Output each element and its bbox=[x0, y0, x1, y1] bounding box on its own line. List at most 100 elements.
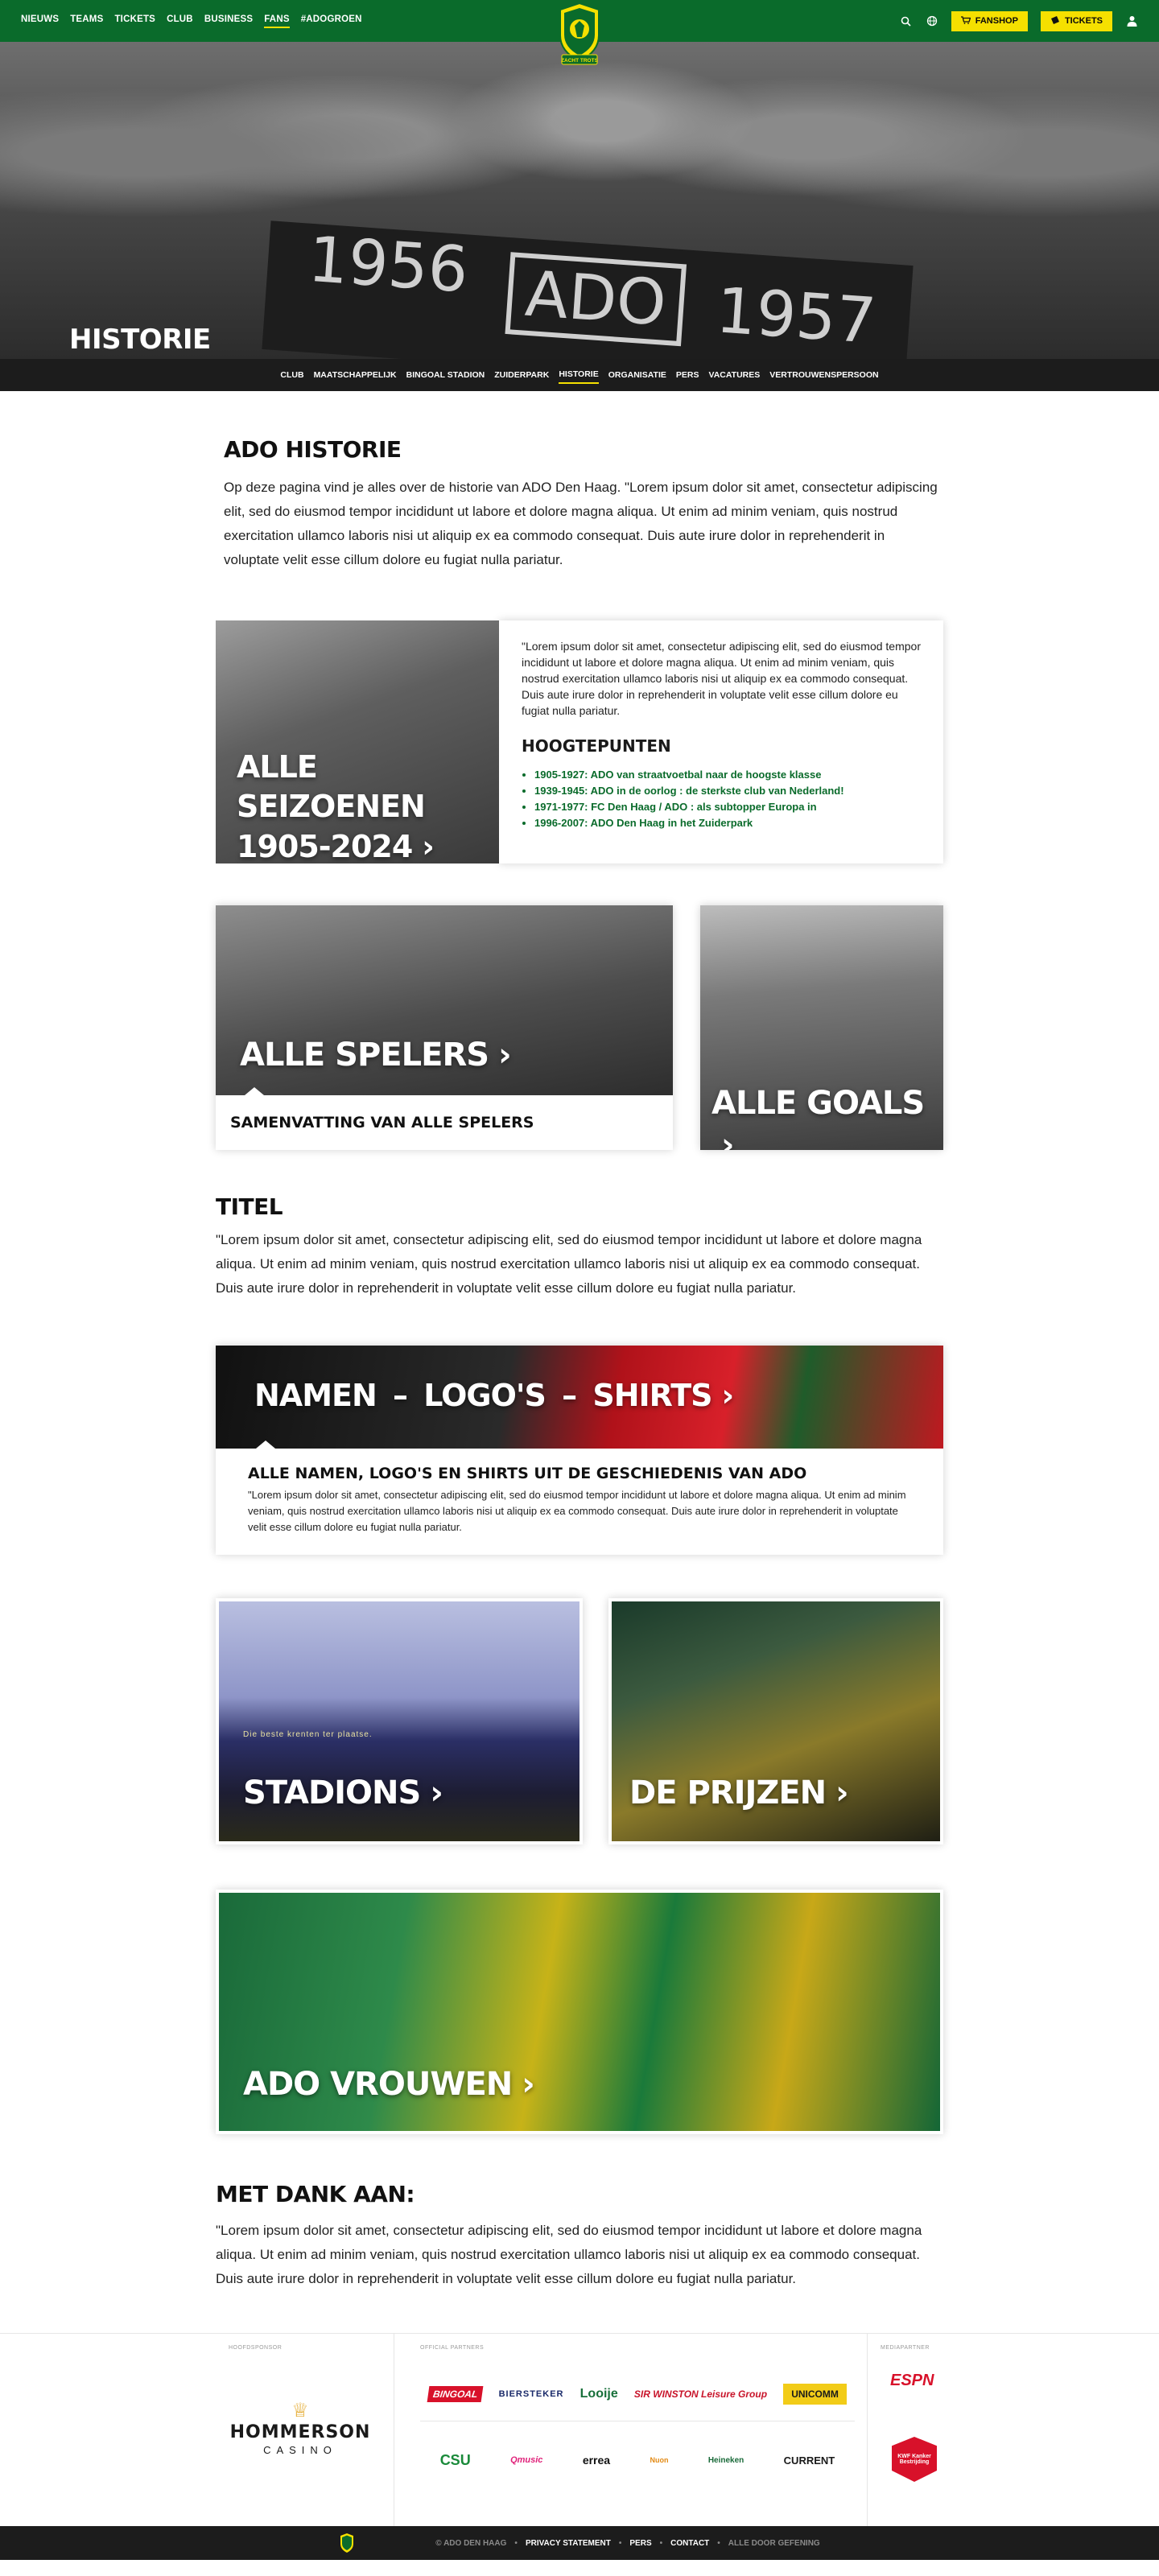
banner-year-right: 1957 bbox=[713, 274, 879, 358]
names-text: "Lorem ipsum dolor sit amet, consectetur… bbox=[248, 1489, 906, 1533]
players-tile[interactable]: ALLE SPELERS › SAMENVATTING VAN ALLE SPEL… bbox=[216, 905, 673, 1150]
highlight-item[interactable]: 1905-1927: ADO van straatvoetbal naar de… bbox=[534, 767, 921, 783]
tickets-button[interactable]: TICKETS bbox=[1040, 10, 1112, 31]
media-partner-label: MEDIAPARTNER bbox=[881, 2345, 930, 2351]
section-subnav: CLUB MAATSCHAPPELIJK BINGOAL STADION ZUI… bbox=[0, 359, 1159, 391]
highlight-item[interactable]: 1996-2007: ADO Den Haag in het Zuiderpar… bbox=[534, 815, 921, 831]
csu-logo[interactable]: CSU bbox=[440, 2452, 471, 2469]
privacy-link[interactable]: PRIVACY STATEMENT bbox=[526, 2539, 611, 2548]
nav-item-tickets[interactable]: TICKETS bbox=[114, 14, 155, 28]
separator: • bbox=[717, 2538, 720, 2548]
unicomm-logo[interactable]: UNICOMM bbox=[783, 2383, 847, 2405]
chevron-right-icon: › bbox=[430, 1774, 443, 1811]
media-partner-column: MEDIAPARTNER ESPN KWF Kanker Bestrijding bbox=[868, 2334, 1159, 2526]
current-logo[interactable]: CURRENT bbox=[784, 2454, 835, 2467]
user-icon[interactable] bbox=[1125, 14, 1138, 27]
hommerson-casino-logo[interactable]: ♕ HOMMERSON CASINO bbox=[224, 2399, 377, 2456]
heineken-logo[interactable]: Heineken bbox=[708, 2456, 744, 2465]
players-photo: ALLE SPELERS › bbox=[216, 905, 673, 1095]
seasons-title-line1: ALLE SEIZOENEN bbox=[237, 749, 426, 825]
errea-logo[interactable]: errea bbox=[583, 2454, 610, 2467]
cart-icon bbox=[960, 15, 971, 27]
chevron-right-icon: › bbox=[422, 828, 435, 863]
contact-link[interactable]: CONTACT bbox=[670, 2539, 709, 2548]
chevron-right-icon: › bbox=[498, 1037, 512, 1074]
thanks-section: MET DANK AAN: "Lorem ipsum dolor sit ame… bbox=[216, 2181, 943, 2291]
qmusic-logo[interactable]: Qmusic bbox=[510, 2455, 542, 2465]
crest-slogan: ZACHT TROTS bbox=[561, 58, 599, 64]
sir-winston-logo[interactable]: SIR WINSTON Leisure Group bbox=[634, 2388, 767, 2400]
subnav-item-vacatures[interactable]: VACATURES bbox=[708, 367, 760, 383]
bingoal-logo[interactable]: BINGOAL bbox=[427, 2385, 484, 2402]
stadions-tile-title: STADIONS › bbox=[243, 1772, 443, 1814]
hero-banner: 1956 ADO 1957 HISTORIE bbox=[0, 42, 1159, 359]
nav-item-nieuws[interactable]: NIEUWS bbox=[21, 14, 59, 28]
separator: • bbox=[618, 2538, 622, 2548]
titel-text: "Lorem ipsum dolor sit amet, consectetur… bbox=[216, 1232, 922, 1296]
seasons-title-line2: 1905-2024 bbox=[237, 828, 413, 863]
players-goals-row: ALLE SPELERS › SAMENVATTING VAN ALLE SPEL… bbox=[216, 905, 943, 1150]
names-heading: ALLE NAMEN, LOGO'S EN SHIRTS UIT DE GESC… bbox=[248, 1465, 807, 1482]
prijzen-tile-title: DE PRIJZEN › bbox=[629, 1772, 849, 1814]
biersteker-logo[interactable]: BIERSTEKER bbox=[499, 2389, 564, 2399]
players-caption: SAMENVATTING VAN ALLE SPELERS bbox=[216, 1087, 673, 1150]
subnav-item-maatschappelijk[interactable]: MAATSCHAPPELIJK bbox=[314, 367, 397, 383]
names-body: ALLE NAMEN, LOGO'S EN SHIRTS UIT DE GESC… bbox=[216, 1440, 943, 1555]
main-content: ADO HISTORIE Op deze pagina vind je alle… bbox=[216, 391, 943, 2291]
names-tile-title: NAMEN – LOGO'S – SHIRTS › bbox=[254, 1376, 734, 1416]
highlight-item[interactable]: 1939-1945: ADO in de oorlog : de sterkst… bbox=[534, 783, 921, 799]
thanks-text: "Lorem ipsum dolor sit amet, consectetur… bbox=[216, 2223, 922, 2286]
nav-item-business[interactable]: BUSINESS bbox=[204, 14, 253, 28]
nav-item-club[interactable]: CLUB bbox=[167, 14, 193, 28]
chevron-right-icon: › bbox=[522, 2066, 535, 2103]
espn-logo[interactable]: ESPN bbox=[890, 2372, 1159, 2390]
intro-title: ADO HISTORIE bbox=[224, 436, 402, 463]
subnav-item-vertrouwenspersoon[interactable]: VERTROUWENSPERSOON bbox=[769, 367, 878, 383]
page-title: HISTORIE bbox=[69, 324, 211, 356]
looije-logo[interactable]: Looije bbox=[580, 2387, 618, 2401]
nav-actions: FANSHOP TICKETS bbox=[900, 10, 1138, 31]
nav-item-teams[interactable]: TEAMS bbox=[70, 14, 103, 28]
chevron-right-icon: › bbox=[835, 1774, 849, 1811]
search-icon[interactable] bbox=[900, 14, 913, 27]
nuon-logo[interactable]: Nuon bbox=[650, 2456, 668, 2464]
chevron-right-icon: › bbox=[721, 1127, 735, 1150]
globe-icon[interactable] bbox=[926, 14, 938, 27]
stadions-tile[interactable]: Die beste krenten ter plaatse. STADIONS › bbox=[216, 1598, 583, 1844]
names-logos-shirts-tile[interactable]: NAMEN – LOGO'S – SHIRTS › ALLE NAMEN, LOG… bbox=[216, 1346, 943, 1555]
subnav-item-bingoal-stadion[interactable]: BINGOAL STADION bbox=[406, 367, 485, 383]
vrouwen-tile[interactable]: ADO VROUWEN › bbox=[216, 1890, 943, 2134]
subnav-item-club[interactable]: CLUB bbox=[280, 367, 303, 383]
seasons-tile[interactable]: ALLE SEIZOENEN 1905-2024 › bbox=[216, 620, 499, 863]
subnav-item-pers[interactable]: PERS bbox=[676, 367, 699, 383]
pers-link[interactable]: PERS bbox=[629, 2539, 651, 2548]
vrouwen-tile-title: ADO VROUWEN › bbox=[243, 2063, 535, 2105]
kwf-logo[interactable]: KWF Kanker Bestrijding bbox=[892, 2437, 937, 2482]
credit-text: ALLE DOOR GEFENING bbox=[728, 2538, 820, 2548]
subnav-item-zuiderpark[interactable]: ZUIDERPARK bbox=[494, 367, 549, 383]
footer-crest-logo[interactable] bbox=[339, 2533, 355, 2553]
subnav-item-organisatie[interactable]: ORGANISATIE bbox=[608, 367, 666, 383]
banner-year-left: 1956 bbox=[306, 223, 471, 307]
titel-section: TITEL "Lorem ipsum dolor sit amet, conse… bbox=[216, 1193, 943, 1300]
thanks-title: MET DANK AAN: bbox=[216, 2181, 415, 2207]
goals-tile[interactable]: ALLE GOALS› bbox=[700, 905, 943, 1150]
nav-item-fans[interactable]: FANS bbox=[264, 14, 290, 28]
fanshop-button[interactable]: FANSHOP bbox=[951, 10, 1028, 31]
club-crest-logo[interactable]: ZACHT TROTS bbox=[555, 2, 604, 69]
goals-tile-title: ALLE GOALS› bbox=[711, 1082, 943, 1150]
separator: • bbox=[659, 2538, 663, 2548]
highlight-item[interactable]: 1971-1977: FC Den Haag / ADO : als subto… bbox=[534, 799, 921, 815]
highlights-title: HOOGTEPUNTEN bbox=[522, 736, 671, 756]
ticket-icon bbox=[1050, 15, 1060, 27]
nav-item-adogroen[interactable]: #ADOGROEN bbox=[301, 14, 362, 28]
official-partners-column: OFFICIAL PARTNERS BINGOAL BIERSTEKER Loo… bbox=[394, 2334, 868, 2526]
stadion-banner-text: Die beste krenten ter plaatse. bbox=[243, 1730, 373, 1739]
subnav-item-historie[interactable]: HISTORIE bbox=[559, 366, 599, 384]
partners-strip: HOOFDSPONSOR ♕ HOMMERSON CASINO OFFICIAL… bbox=[0, 2333, 1159, 2526]
intro-text: Op deze pagina vind je alles over de his… bbox=[224, 480, 938, 567]
prijzen-tile[interactable]: DE PRIJZEN › bbox=[608, 1598, 943, 1844]
top-navigation: NIEUWS TEAMS TICKETS CLUB BUSINESS FANS … bbox=[0, 0, 1159, 65]
players-tile-title: ALLE SPELERS › bbox=[240, 1034, 512, 1076]
intro-section: ADO HISTORIE Op deze pagina vind je alle… bbox=[216, 391, 943, 572]
